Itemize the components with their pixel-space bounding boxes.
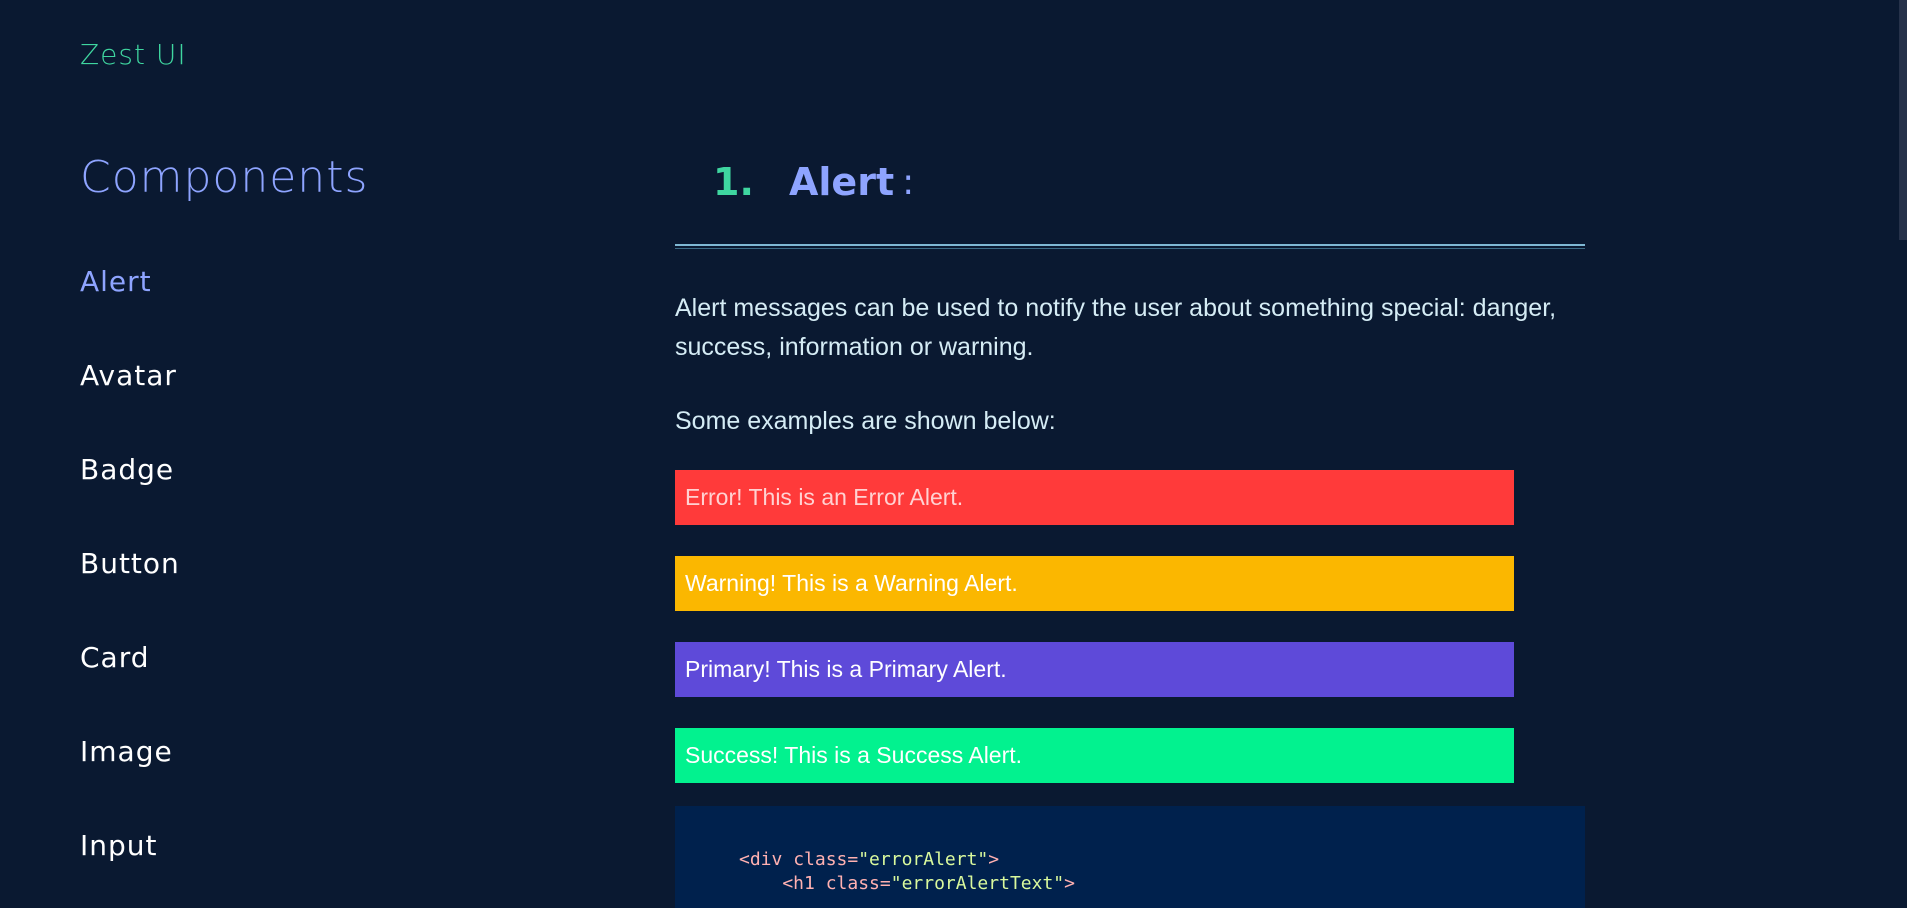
code-block: <div class="errorAlert"> <h1 class="erro… [675, 806, 1585, 908]
sidebar-item-alert[interactable]: Alert [80, 262, 180, 356]
code-line-1: <div class="errorAlert"> [739, 849, 999, 870]
section-colon: : [902, 161, 915, 203]
code-tag-open: <div [739, 849, 794, 870]
section-description: Alert messages can be used to notify the… [675, 294, 1557, 361]
sidebar-item-button[interactable]: Button [80, 544, 180, 638]
sidebar-item-input[interactable]: Input [80, 826, 180, 908]
primary-alert: Primary! This is a Primary Alert. [675, 642, 1514, 697]
main-content: 1. Alert : Alert messages can be used to… [675, 150, 1585, 908]
sidebar-item-card[interactable]: Card [80, 638, 180, 732]
warning-alert: Warning! This is a Warning Alert. [675, 556, 1514, 611]
code-tag-close: > [988, 849, 1000, 870]
code-line-2: <h1 class="errorAlertText"> [739, 873, 1075, 894]
sidebar-item-image[interactable]: Image [80, 732, 180, 826]
code-value: "errorAlert" [858, 849, 989, 870]
brand-logo[interactable]: Zest UI [80, 38, 187, 71]
code-tag-close: > [1064, 873, 1075, 894]
section-heading: 1. Alert : [675, 150, 1585, 214]
section-divider [675, 244, 1585, 249]
success-alert: Success! This is a Success Alert. [675, 728, 1514, 783]
code-tag-open: <h1 [739, 873, 826, 894]
code-value: "errorAlertText" [890, 873, 1065, 894]
examples-intro: Some examples are shown below: [675, 407, 1056, 435]
sidebar-title: Components [80, 152, 369, 203]
sidebar-item-avatar[interactable]: Avatar [80, 356, 180, 450]
section-number: 1. [713, 160, 754, 204]
code-attr: class= [793, 849, 859, 870]
section-title: Alert [789, 160, 895, 204]
sidebar-nav: Alert Avatar Badge Button Card Image Inp… [80, 262, 180, 908]
page-scrollbar[interactable] [1899, 0, 1907, 908]
sidebar-item-badge[interactable]: Badge [80, 450, 180, 544]
code-attr: class= [825, 873, 891, 894]
error-alert: Error! This is an Error Alert. [675, 470, 1514, 525]
scrollbar-thumb[interactable] [1899, 0, 1907, 240]
